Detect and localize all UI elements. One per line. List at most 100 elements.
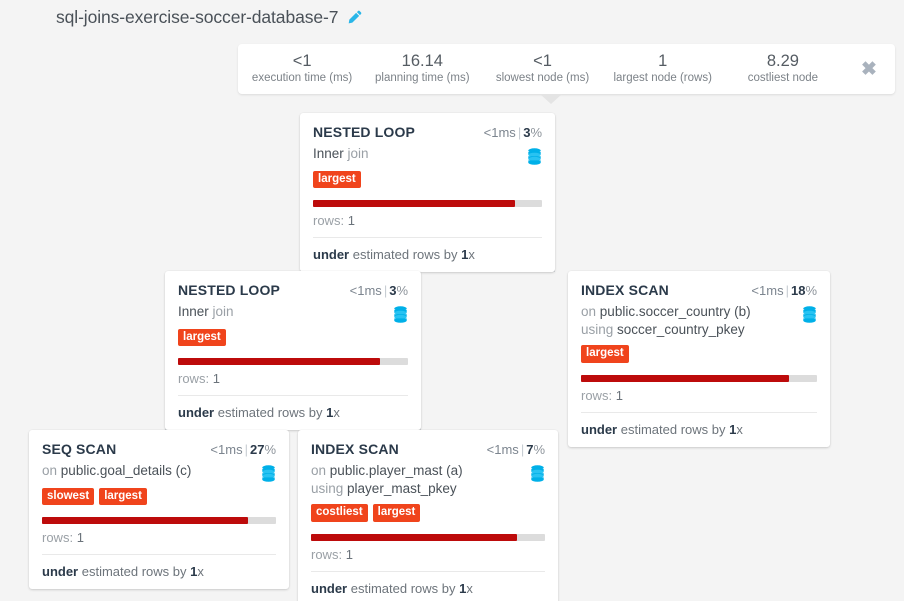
- panel-pointer-arrow: [540, 94, 562, 104]
- badge-largest: largest: [372, 504, 421, 522]
- node-subtitle-prefix: on: [581, 304, 597, 319]
- node-subtitle-lines: Inner join: [313, 145, 369, 163]
- node-estimate-text: estimated rows by: [350, 580, 456, 596]
- node-estimate-direction: under: [311, 580, 348, 596]
- node-subtitle-line-2: using player_mast_pkey: [311, 480, 463, 498]
- node-estimate: under estimated rows by 1x: [581, 413, 817, 447]
- close-icon: ✖: [861, 58, 877, 80]
- node-rows-value: 1: [615, 387, 623, 403]
- node-metrics: <1ms | 3%: [350, 283, 408, 298]
- plan-node-nested-loop-root[interactable]: NESTED LOOP <1ms | 3% Inner join largest…: [300, 113, 555, 273]
- stat-value: 1: [658, 52, 668, 71]
- stat-execution-time: <1 execution time (ms): [242, 52, 362, 85]
- node-metric-separator: |: [517, 125, 522, 140]
- plan-node-nested-loop-child[interactable]: NESTED LOOP <1ms | 3% Inner join largest…: [165, 271, 421, 431]
- node-metric-separator: |: [785, 283, 789, 298]
- summary-stats-panel: <1 execution time (ms) 16.14 planning ti…: [238, 44, 895, 94]
- node-progress-track: [178, 358, 408, 366]
- node-subtitle: on public.player_mast (a) using player_m…: [311, 462, 545, 498]
- node-estimate-suffix: x: [468, 247, 475, 263]
- node-subtitle: on public.soccer_country (b) using socce…: [581, 303, 817, 339]
- badge-largest: largest: [581, 345, 629, 363]
- node-title: NESTED LOOP: [178, 282, 280, 298]
- node-progress-fill: [311, 533, 517, 541]
- node-metric-separator: |: [383, 283, 388, 298]
- node-badges: slowest largest: [42, 488, 276, 506]
- node-rows: rows: 1: [42, 530, 276, 556]
- stat-label: slowest node (ms): [495, 72, 590, 85]
- stat-largest-node: 1 largest node (rows): [603, 52, 723, 85]
- node-header: NESTED LOOP <1ms | 3%: [178, 282, 408, 298]
- node-subtitle: on public.goal_details (c): [42, 462, 276, 482]
- summary-stats-list: <1 execution time (ms) 16.14 planning ti…: [238, 52, 843, 85]
- node-rows-value: 1: [345, 546, 353, 562]
- node-rows: rows: 1: [313, 213, 542, 239]
- node-percent-sign: %: [264, 442, 276, 457]
- database-icon: [527, 148, 542, 165]
- badge-largest: largest: [313, 171, 361, 189]
- node-progress-fill: [42, 517, 248, 525]
- node-subtitle-prefix-2: using: [581, 322, 614, 338]
- node-estimate-direction: under: [313, 247, 350, 263]
- node-subtitle-line-1: Inner join: [313, 145, 369, 163]
- node-estimate-direction: under: [42, 564, 79, 580]
- node-progress-fill: [313, 200, 515, 208]
- page-title: sql-joins-exercise-soccer-database-7: [56, 7, 339, 27]
- node-subtitle-lines: on public.soccer_country (b) using socce…: [581, 303, 751, 339]
- plan-node-index-scan-player-mast[interactable]: INDEX SCAN <1ms | 7% on public.player_mast…: [298, 430, 558, 601]
- badge-costliest: costliest: [311, 504, 368, 522]
- node-header: INDEX SCAN <1ms | 7%: [311, 441, 545, 457]
- node-rows-value: 1: [212, 371, 220, 387]
- node-progress-fill: [581, 374, 789, 382]
- node-subtitle-line-1: on public.player_mast (a): [311, 462, 463, 480]
- page-title-bar: sql-joins-exercise-soccer-database-7: [56, 7, 362, 28]
- close-button[interactable]: ✖: [843, 60, 895, 79]
- plan-node-seq-scan-goal-details[interactable]: SEQ SCAN <1ms | 27% on public.goal_details…: [29, 430, 289, 590]
- node-progress-track: [42, 517, 276, 525]
- node-header: INDEX SCAN <1ms | 18%: [581, 282, 817, 298]
- node-time: <1ms: [210, 442, 243, 457]
- node-rows-label: rows:: [311, 546, 343, 562]
- node-metrics: <1ms | 7%: [487, 442, 545, 457]
- node-progress-track: [311, 533, 545, 541]
- database-icon: [530, 465, 545, 482]
- stat-planning-time: 16.14 planning time (ms): [362, 52, 482, 85]
- node-estimate-suffix: x: [197, 564, 204, 580]
- badge-largest: largest: [178, 329, 226, 347]
- pencil-icon[interactable]: [347, 10, 362, 25]
- node-subtitle-value: join: [212, 304, 234, 319]
- stat-value: 16.14: [401, 52, 443, 71]
- node-subtitle-value: public.goal_details (c): [60, 463, 192, 478]
- node-subtitle-value-2: soccer_country_pkey: [617, 322, 745, 338]
- node-badges: largest: [313, 171, 542, 189]
- node-subtitle-value: public.soccer_country (b): [599, 304, 751, 319]
- stat-value: <1: [533, 52, 552, 71]
- node-badges: largest: [178, 329, 408, 347]
- node-rows: rows: 1: [178, 371, 408, 397]
- node-estimate-text: estimated rows by: [352, 247, 458, 263]
- node-rows-value: 1: [76, 530, 84, 546]
- badge-slowest: slowest: [42, 488, 95, 506]
- node-subtitle-line-2: using soccer_country_pkey: [581, 321, 751, 339]
- node-metrics: <1ms | 3%: [484, 125, 542, 140]
- node-rows: rows: 1: [311, 547, 545, 572]
- node-percent: 27: [249, 442, 265, 457]
- node-percent-sign: %: [396, 283, 408, 298]
- stat-costliest-node: 8.29 costliest node: [723, 52, 843, 85]
- node-time: <1ms: [483, 125, 516, 140]
- node-subtitle-lines: on public.goal_details (c): [42, 462, 191, 480]
- node-metrics: <1ms | 18%: [751, 283, 817, 298]
- node-percent: 18: [790, 283, 806, 298]
- node-title: INDEX SCAN: [311, 441, 399, 457]
- node-estimate: under estimated rows by 1x: [311, 572, 545, 601]
- plan-node-index-scan-soccer-country[interactable]: INDEX SCAN <1ms | 18% on public.soccer_cou…: [568, 271, 830, 447]
- node-percent-sign: %: [533, 442, 545, 457]
- stat-label: largest node (rows): [613, 72, 712, 85]
- node-estimate-direction: under: [581, 421, 618, 437]
- node-header: NESTED LOOP <1ms | 3%: [313, 124, 542, 140]
- node-metric-separator: |: [244, 442, 248, 457]
- stat-value: 8.29: [766, 52, 799, 71]
- node-estimate-suffix: x: [466, 580, 473, 596]
- database-icon: [802, 306, 817, 323]
- node-subtitle-line-1: Inner join: [178, 303, 234, 321]
